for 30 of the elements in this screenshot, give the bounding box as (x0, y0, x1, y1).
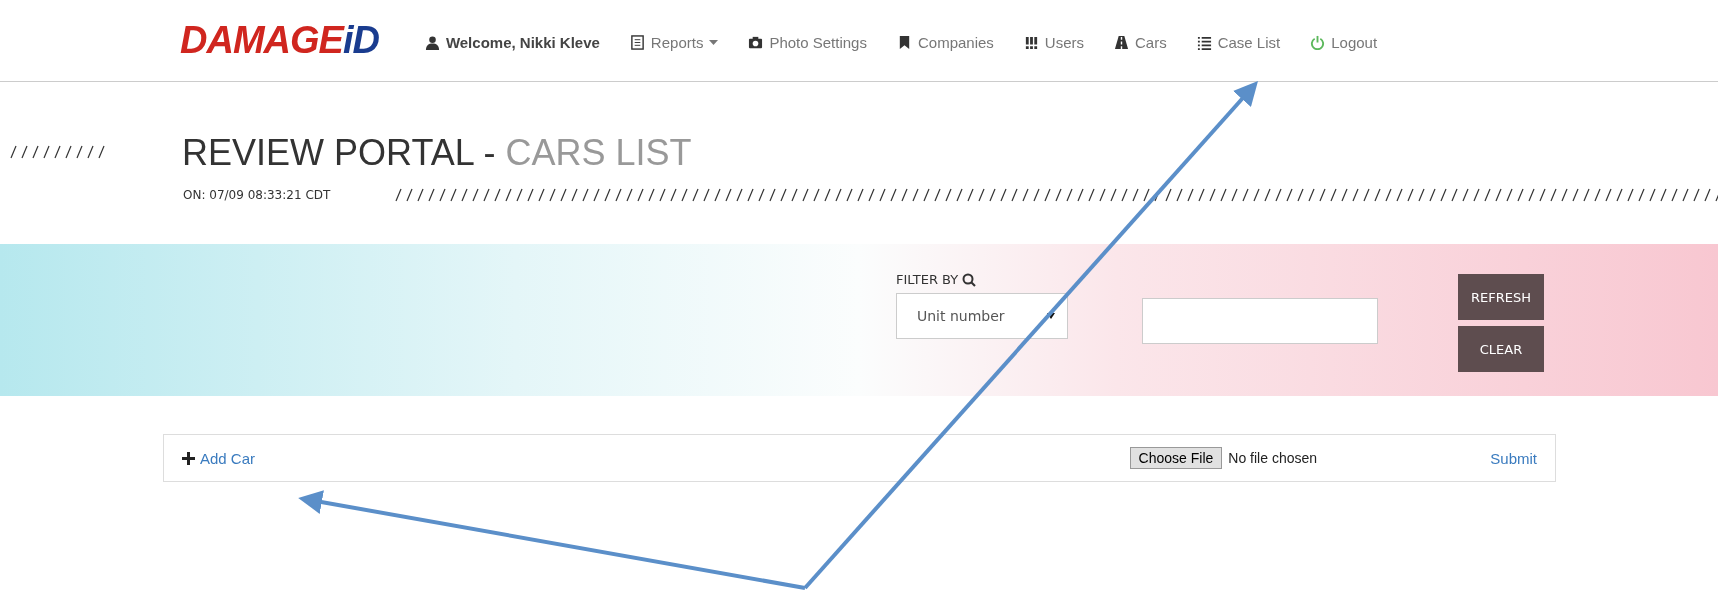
filter-label: FILTER BY (896, 272, 959, 287)
search-field[interactable] (1142, 298, 1378, 344)
clear-button[interactable]: CLEAR (1458, 326, 1544, 372)
file-status: No file chosen (1228, 450, 1319, 466)
nav-link[interactable]: Welcome, Nikki Kleve (424, 34, 600, 51)
nav-link[interactable]: Case List (1196, 34, 1281, 51)
grid-icon (1023, 35, 1039, 50)
caret-icon (1047, 313, 1055, 319)
nav-link[interactable]: Companies (896, 34, 994, 51)
document-icon (629, 35, 645, 50)
submit-link[interactable]: Submit (1490, 449, 1537, 467)
add-car-link[interactable]: Add Car (182, 449, 256, 467)
page-title: REVIEW PORTAL - CARS LIST (182, 132, 692, 174)
camera-icon (748, 35, 764, 50)
choose-file-button[interactable]: Choose File (1129, 447, 1223, 469)
logo: DAMAGEiD (180, 19, 379, 62)
user-icon (424, 35, 440, 50)
road-icon (1114, 35, 1129, 50)
power-icon (1310, 35, 1326, 50)
refresh-button[interactable]: REFRESH (1458, 274, 1544, 320)
nav-link[interactable]: Logout (1310, 34, 1378, 51)
nav-link[interactable]: Photo Settings (748, 34, 867, 51)
nav-link[interactable]: Users (1023, 34, 1084, 51)
list-icon (1196, 35, 1212, 50)
search-icon (962, 272, 977, 287)
nav-link[interactable]: Reports (629, 34, 719, 51)
plus-icon (182, 451, 195, 465)
nav-link[interactable]: Cars (1114, 34, 1167, 51)
timestamp: ON: 07/09 08:33:21 CDT (183, 188, 332, 202)
filter-select[interactable]: Unit number (896, 293, 1068, 339)
